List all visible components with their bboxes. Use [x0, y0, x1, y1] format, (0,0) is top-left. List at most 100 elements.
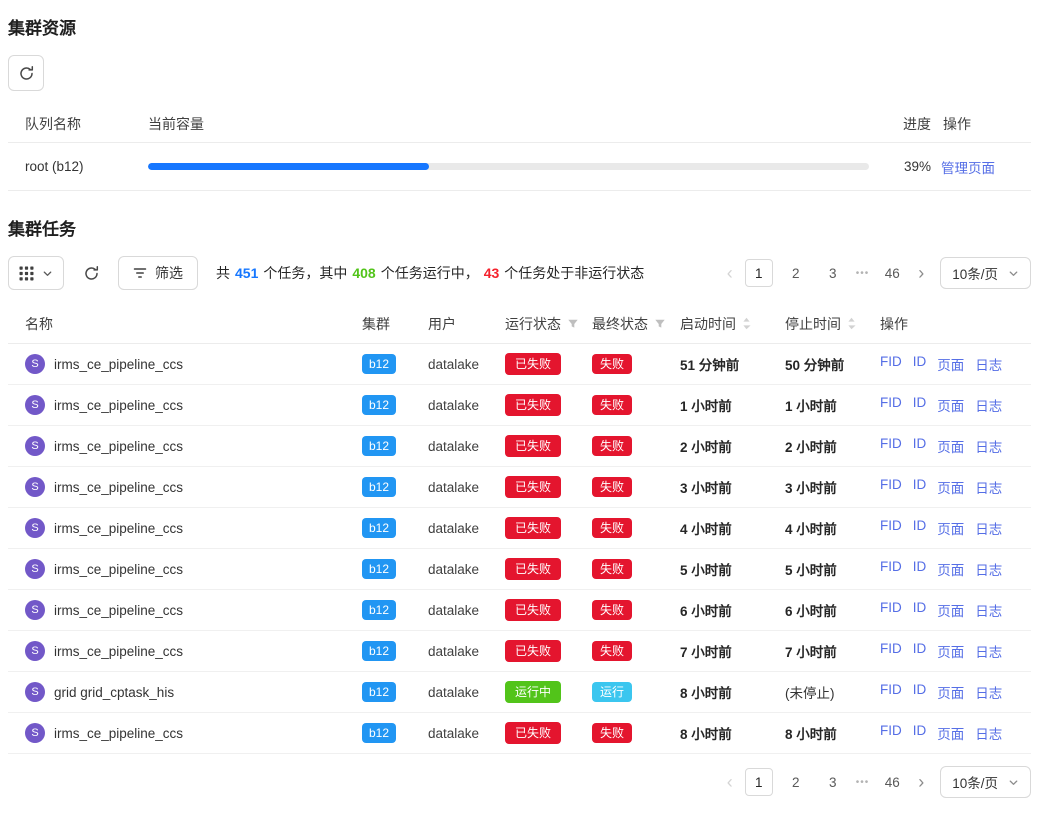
log-link[interactable]: 日志: [975, 477, 1002, 497]
resources-title: 集群资源: [8, 14, 1031, 39]
chevron-down-icon: [1008, 777, 1019, 788]
stop-time: 50 分钟前: [785, 354, 880, 374]
filter-funnel-icon[interactable]: [654, 318, 666, 330]
resources-section: 集群资源 队列名称 当前容量 进度 操作 root (b12)39%管理页面: [8, 14, 1031, 191]
page-link[interactable]: 页面: [937, 723, 964, 743]
fid-link[interactable]: FID: [880, 354, 902, 374]
final-status-badge: 失败: [592, 518, 632, 538]
pagination-page-3[interactable]: 3: [819, 259, 847, 287]
run-status-badge: 已失败: [505, 640, 561, 662]
page-link[interactable]: 页面: [937, 559, 964, 579]
id-link[interactable]: ID: [913, 395, 927, 415]
fid-link[interactable]: FID: [880, 395, 902, 415]
pagination-page-2[interactable]: 2: [782, 259, 810, 287]
pagination-page-46[interactable]: 46: [878, 259, 906, 287]
pagination-ellipsis[interactable]: •••: [856, 268, 870, 279]
filter-button[interactable]: 筛选: [118, 256, 198, 290]
page-size-select[interactable]: 10条/页: [940, 257, 1031, 289]
id-link[interactable]: ID: [913, 600, 927, 620]
run-status-cell: 已失败: [505, 558, 592, 580]
pagination-page-46[interactable]: 46: [878, 768, 906, 796]
fid-link[interactable]: FID: [880, 477, 902, 497]
sort-icon[interactable]: [742, 317, 751, 330]
fid-link[interactable]: FID: [880, 559, 902, 579]
pagination-prev-button[interactable]: ‹: [724, 773, 736, 791]
page-link[interactable]: 页面: [937, 641, 964, 661]
task-name: irms_ce_pipeline_ccs: [54, 603, 183, 618]
column-header-label: 集群: [362, 314, 390, 334]
fid-link[interactable]: FID: [880, 641, 902, 661]
log-link[interactable]: 日志: [975, 354, 1002, 374]
cluster-cell: b12: [362, 559, 428, 579]
queue-name: root (b12): [25, 159, 148, 174]
pagination-ellipsis[interactable]: •••: [856, 777, 870, 788]
fid-link[interactable]: FID: [880, 600, 902, 620]
fid-link[interactable]: FID: [880, 436, 902, 456]
fid-link[interactable]: FID: [880, 723, 902, 743]
log-link[interactable]: 日志: [975, 518, 1002, 538]
log-link[interactable]: 日志: [975, 436, 1002, 456]
task-name: irms_ce_pipeline_ccs: [54, 357, 183, 372]
column-header-label: 启动时间: [680, 314, 736, 334]
user-name: datalake: [428, 357, 505, 372]
id-link[interactable]: ID: [913, 436, 927, 456]
id-link[interactable]: ID: [913, 354, 927, 374]
task-name: irms_ce_pipeline_ccs: [54, 398, 183, 413]
id-link[interactable]: ID: [913, 518, 927, 538]
log-link[interactable]: 日志: [975, 395, 1002, 415]
run-status-cell: 已失败: [505, 517, 592, 539]
column-header-user: 用户: [428, 314, 505, 334]
fid-link[interactable]: FID: [880, 682, 902, 702]
resources-refresh-button[interactable]: [8, 55, 44, 91]
task-row: Sgrid grid_cptask_hisb12datalake运行中运行8 小…: [8, 672, 1031, 713]
id-link[interactable]: ID: [913, 723, 927, 743]
id-link[interactable]: ID: [913, 641, 927, 661]
page-link[interactable]: 页面: [937, 518, 964, 538]
cluster-badge: b12: [362, 559, 396, 579]
id-link[interactable]: ID: [913, 477, 927, 497]
column-settings-button[interactable]: [8, 256, 64, 290]
page-size-label: 10条/页: [952, 263, 998, 283]
task-row: Sirms_ce_pipeline_ccsb12datalake已失败失败7 小…: [8, 631, 1031, 672]
avatar: S: [25, 723, 45, 743]
pagination-prev-button[interactable]: ‹: [724, 264, 736, 282]
column-header-label: 运行状态: [505, 314, 561, 334]
page-link[interactable]: 页面: [937, 600, 964, 620]
page-link[interactable]: 页面: [937, 477, 964, 497]
progress-percent: 39%: [879, 159, 941, 174]
task-table-header: 名称 集群 用户 运行状态 最终状态 启动时间 停止时间: [8, 304, 1031, 344]
cluster-badge: b12: [362, 518, 396, 538]
page-link[interactable]: 页面: [937, 354, 964, 374]
run-status-badge: 已失败: [505, 394, 561, 416]
page-link[interactable]: 页面: [937, 395, 964, 415]
filter-funnel-icon[interactable]: [567, 318, 579, 330]
manage-page-link[interactable]: 管理页面: [941, 161, 995, 176]
id-link[interactable]: ID: [913, 559, 927, 579]
log-link[interactable]: 日志: [975, 559, 1002, 579]
final-status-cell: 运行: [592, 682, 680, 702]
sort-icon[interactable]: [847, 317, 856, 330]
task-name-cell: Sirms_ce_pipeline_ccs: [25, 395, 362, 415]
page-size-select[interactable]: 10条/页: [940, 766, 1031, 798]
log-link[interactable]: 日志: [975, 641, 1002, 661]
pagination-next-button[interactable]: ›: [915, 773, 927, 791]
page-link[interactable]: 页面: [937, 682, 964, 702]
log-link[interactable]: 日志: [975, 600, 1002, 620]
pagination-page-1[interactable]: 1: [745, 768, 773, 796]
pagination-page-1[interactable]: 1: [745, 259, 773, 287]
pagination-next-button[interactable]: ›: [915, 264, 927, 282]
id-link[interactable]: ID: [913, 682, 927, 702]
page-link[interactable]: 页面: [937, 436, 964, 456]
start-time: 8 小时前: [680, 723, 785, 743]
task-row: Sirms_ce_pipeline_ccsb12datalake已失败失败51 …: [8, 344, 1031, 385]
final-status-badge: 失败: [592, 723, 632, 743]
fid-link[interactable]: FID: [880, 518, 902, 538]
log-link[interactable]: 日志: [975, 723, 1002, 743]
user-name: datalake: [428, 603, 505, 618]
task-actions: FID ID 页面日志: [880, 559, 1002, 579]
pagination-page-2[interactable]: 2: [782, 768, 810, 796]
pagination-page-3[interactable]: 3: [819, 768, 847, 796]
log-link[interactable]: 日志: [975, 682, 1002, 702]
avatar: S: [25, 395, 45, 415]
tasks-refresh-button[interactable]: [78, 256, 104, 290]
